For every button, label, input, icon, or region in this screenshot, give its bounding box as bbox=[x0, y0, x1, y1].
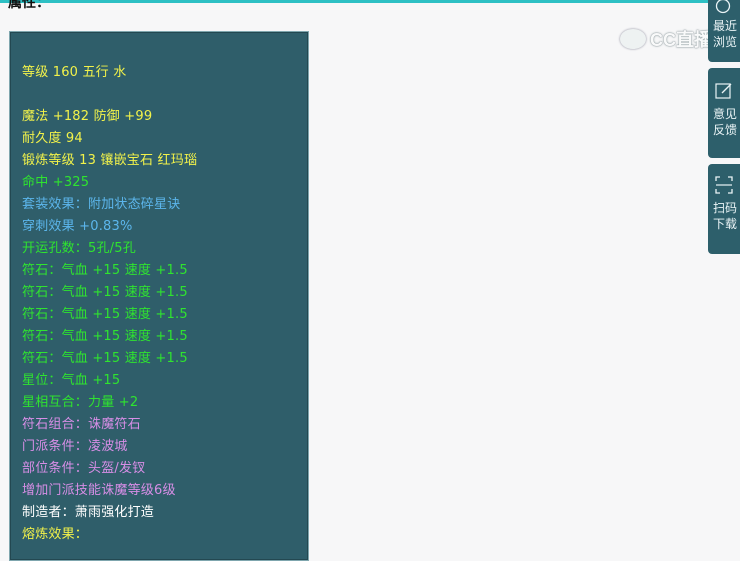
attribute-line: 符石：气血 +15 速度 +1.5 bbox=[22, 285, 188, 300]
attribute-line: 部位条件：头盔/发钗 bbox=[22, 461, 146, 476]
attribute-line: 星相互合：力量 +2 bbox=[22, 395, 139, 410]
attribute-line: 门派条件：凌波城 bbox=[22, 439, 128, 454]
attribute-line: 符石：气血 +15 速度 +1.5 bbox=[22, 351, 188, 366]
cc-live-watermark: CC直播 bbox=[620, 26, 712, 52]
attribute-line: 增加门派技能诛魔等级6级 bbox=[22, 483, 176, 498]
watermark-text: CC直播 bbox=[650, 30, 712, 50]
attribute-line: 符石：气血 +15 速度 +1.5 bbox=[22, 307, 188, 322]
scan-download-button[interactable]: 扫码 下载 bbox=[708, 164, 740, 254]
attribute-line: 星位：气血 +15 bbox=[22, 373, 121, 388]
clock-icon bbox=[715, 0, 731, 14]
attribute-line: 等级 160 五行 水 bbox=[22, 65, 127, 80]
attribute-line: 套装效果：附加状态碎星诀 bbox=[22, 197, 181, 212]
attribute-line: 熔炼效果： bbox=[22, 527, 89, 542]
section-title: 属性： bbox=[8, 0, 50, 11]
edit-icon bbox=[715, 83, 732, 99]
top-accent-line bbox=[0, 0, 740, 3]
feedback-label-2: 反馈 bbox=[713, 123, 738, 137]
attribute-line: 耐久度 94 bbox=[22, 131, 83, 146]
attribute-line: 制造者：萧雨强化打造 bbox=[22, 505, 155, 520]
scan-label-2: 下载 bbox=[713, 217, 738, 231]
feedback-label-1: 意见 bbox=[713, 107, 738, 121]
attribute-line: 开运孔数：5孔/5孔 bbox=[22, 241, 136, 256]
attribute-line: 符石：气血 +15 速度 +1.5 bbox=[22, 263, 188, 278]
recent-label-2: 浏览 bbox=[713, 35, 738, 49]
attribute-line: 魔法 +182 防御 +99 bbox=[22, 109, 153, 124]
attribute-line: 符石组合：诛魔符石 bbox=[22, 417, 141, 432]
cc-logo-icon bbox=[620, 29, 646, 49]
recent-label-1: 最近 bbox=[713, 19, 738, 33]
attribute-line: 锻炼等级 13 镶嵌宝石 红玛瑙 bbox=[22, 153, 198, 168]
item-tooltip-panel: 等级 160 五行 水魔法 +182 防御 +99 耐久度 94 锻炼等级 13 镶… bbox=[9, 31, 309, 561]
scan-label-1: 扫码 bbox=[713, 201, 738, 215]
attribute-list: 等级 160 五行 水魔法 +182 防御 +99 耐久度 94 锻炼等级 13 镶… bbox=[22, 62, 197, 546]
attribute-line: 命中 +325 bbox=[22, 175, 90, 190]
attribute-line: 符石：气血 +15 速度 +1.5 bbox=[22, 329, 188, 344]
recent-browse-button[interactable]: 最近 浏览 bbox=[708, 0, 740, 62]
feedback-button[interactable]: 意见 反馈 bbox=[708, 68, 740, 158]
scan-icon bbox=[715, 176, 733, 194]
attribute-line: 穿刺效果 +0.83% bbox=[22, 219, 133, 234]
